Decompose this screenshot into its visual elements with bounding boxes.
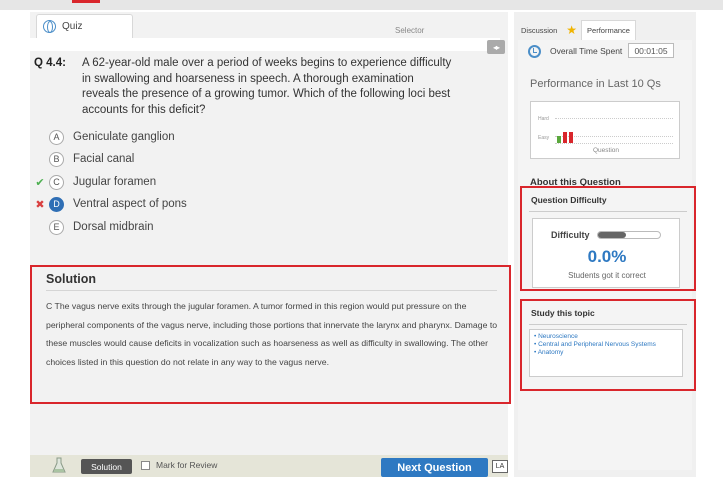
check-icon: ✔: [35, 176, 45, 189]
overall-time-label: Overall Time Spent: [550, 46, 623, 56]
star-icon[interactable]: ★: [562, 20, 581, 40]
choice-e[interactable]: E Dorsal midbrain: [33, 218, 154, 236]
choice-letter-b[interactable]: B: [49, 151, 64, 167]
solution-panel: Solution C The vagus nerve exits through…: [30, 265, 511, 404]
topic-link[interactable]: • Central and Peripheral Nervous Systems: [534, 341, 678, 349]
choice-letter-a[interactable]: A: [49, 129, 64, 145]
choice-letter-e[interactable]: E: [49, 219, 64, 235]
choice-b[interactable]: B Facial canal: [33, 150, 134, 168]
percent-correct-caption: Students got it correct: [568, 271, 646, 280]
choice-text: Ventral aspect of pons: [73, 198, 187, 210]
topic-link[interactable]: • Neuroscience: [534, 333, 678, 341]
choice-text: Dorsal midbrain: [73, 221, 154, 233]
difficulty-meter: [597, 231, 661, 239]
solution-title: Solution: [46, 272, 96, 286]
top-accent: [72, 0, 100, 3]
question-stem: Q 4.4: A 62-year-old male over a period …: [34, 56, 454, 118]
study-topic-section: Study this topic • Neuroscience • Centra…: [520, 299, 696, 391]
performance-bar: [563, 132, 567, 143]
performance-chart: Hard Easy Question: [530, 101, 680, 159]
choice-text: Facial canal: [73, 153, 135, 165]
cross-icon: ✖: [35, 198, 45, 211]
question-difficulty-section: Question Difficulty Difficulty 0.0% Stud…: [520, 186, 696, 291]
hard-label: Hard: [538, 116, 549, 122]
difficulty-meter-fill: [598, 232, 626, 238]
solution-text: C The vagus nerve exits through the jugu…: [46, 301, 498, 368]
mark-review-toggle[interactable]: Mark for Review: [141, 460, 217, 470]
study-heading: Study this topic: [531, 308, 595, 318]
mark-review-checkbox[interactable]: [141, 460, 150, 470]
tab-performance[interactable]: Performance: [581, 20, 636, 40]
mark-review-label: Mark for Review: [156, 460, 218, 470]
performance-title: Performance in Last 10 Qs: [530, 78, 661, 90]
choice-text: Geniculate ganglion: [73, 131, 175, 143]
topic-link[interactable]: • Anatomy: [534, 349, 678, 357]
difficulty-label: Difficulty: [551, 230, 590, 240]
quiz-tab[interactable]: Quiz: [36, 14, 133, 38]
collapse-panel-button[interactable]: ◂▸: [487, 40, 505, 54]
flask-icon[interactable]: [52, 457, 66, 474]
lab-values-icon[interactable]: LA: [492, 460, 508, 473]
performance-bar: [557, 136, 561, 143]
clock-icon: [528, 45, 541, 58]
choice-d[interactable]: ✖ D Ventral aspect of pons: [33, 195, 187, 213]
question-text: A 62-year-old male over a period of week…: [82, 57, 452, 116]
sidebar-tabs: Discussion ★ Performance: [516, 20, 636, 40]
divider: [529, 211, 687, 212]
content-top-strip: [30, 38, 500, 51]
top-bar: [0, 0, 723, 10]
choice-letter-c[interactable]: C: [49, 174, 64, 190]
globe-icon: [43, 20, 56, 33]
next-question-button[interactable]: Next Question: [381, 458, 488, 477]
grid-line: [555, 118, 673, 119]
chart-x-label: Question: [592, 147, 620, 154]
performance-bar: [569, 132, 573, 143]
quiz-tab-label: Quiz: [62, 21, 83, 32]
question-number: Q 4.4:: [34, 57, 66, 69]
selector-label[interactable]: Selector: [395, 26, 424, 35]
difficulty-panel: Difficulty 0.0% Students got it correct: [532, 218, 680, 288]
divider: [46, 290, 497, 291]
choice-letter-d[interactable]: D: [49, 196, 64, 212]
easy-label: Easy: [538, 135, 550, 141]
percent-correct: 0.0%: [587, 247, 627, 266]
divider: [529, 324, 687, 325]
difficulty-heading: Question Difficulty: [531, 195, 607, 205]
bottom-toolbar: Solution Mark for Review Next Question L…: [30, 455, 508, 477]
tab-discussion[interactable]: Discussion: [516, 20, 562, 40]
grid-line: [555, 143, 673, 144]
solution-button[interactable]: Solution: [81, 459, 132, 474]
choice-a[interactable]: A Geniculate ganglion: [33, 128, 175, 146]
choice-text: Jugular foramen: [73, 176, 157, 188]
overall-time-value: 00:01:05: [628, 43, 674, 58]
topic-list: • Neuroscience • Central and Peripheral …: [529, 329, 683, 377]
choice-c[interactable]: ✔ C Jugular foramen: [33, 173, 156, 191]
